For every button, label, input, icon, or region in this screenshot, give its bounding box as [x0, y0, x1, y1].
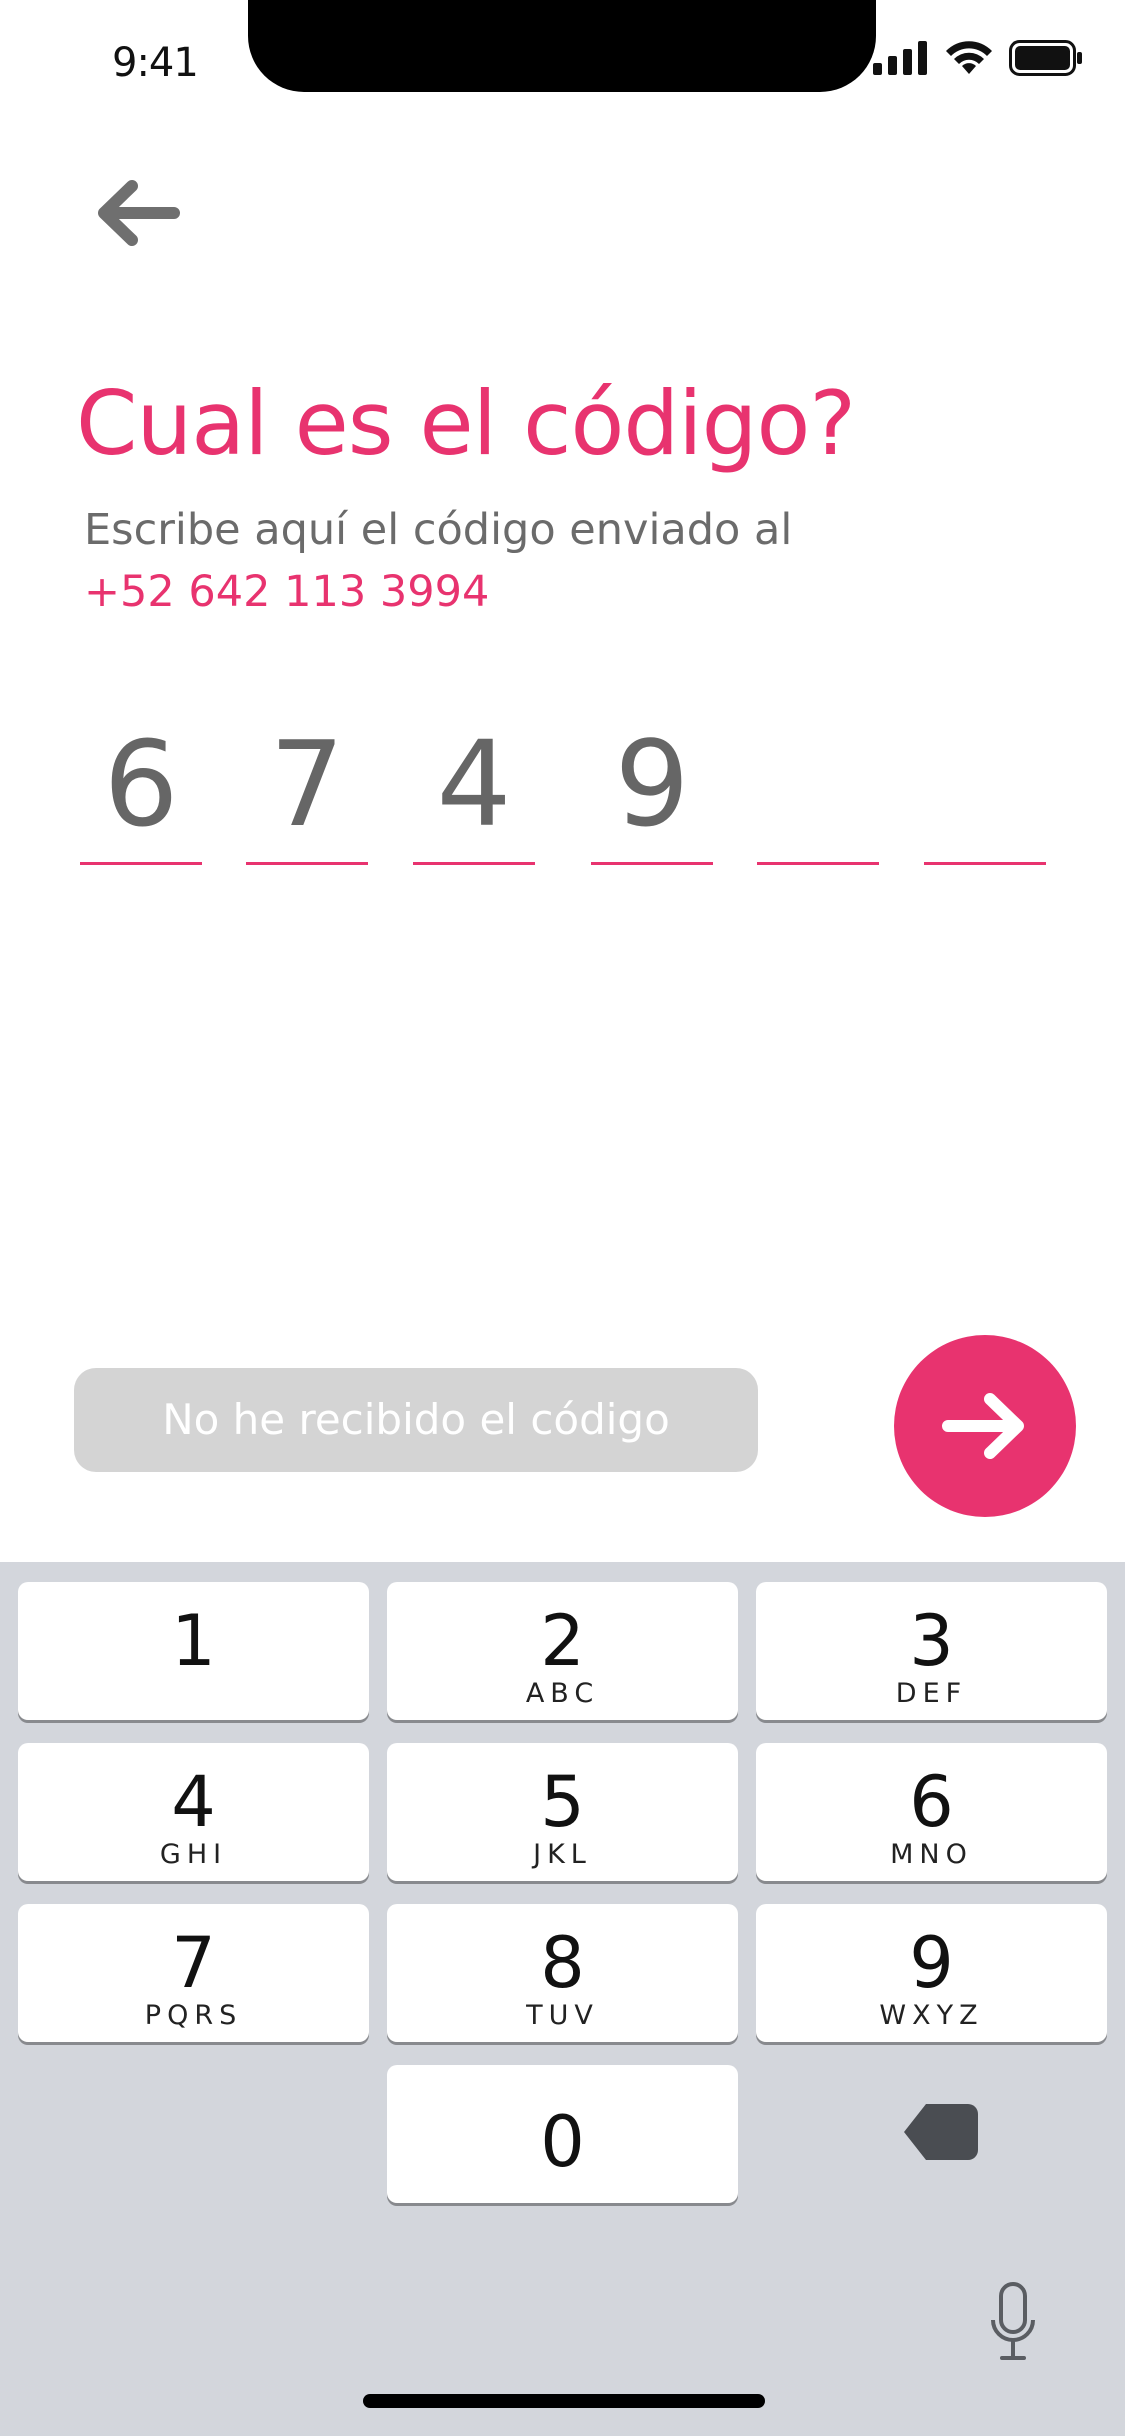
code-digit-4[interactable]: 9 [591, 715, 713, 865]
key-letters: MNO [890, 1839, 973, 1870]
key-6[interactable]: 6 MNO [756, 1743, 1107, 1881]
code-digit-2[interactable]: 7 [246, 715, 368, 865]
key-1[interactable]: 1 [18, 1582, 369, 1720]
key-0[interactable]: 0 [387, 2065, 738, 2203]
next-button[interactable] [894, 1335, 1076, 1517]
code-digit-5[interactable] [757, 715, 879, 865]
key-letters: JKL [533, 1839, 592, 1870]
delete-key[interactable] [902, 2100, 980, 2164]
key-4[interactable]: 4 GHI [18, 1743, 369, 1881]
key-5[interactable]: 5 JKL [387, 1743, 738, 1881]
signal-icon [873, 41, 927, 75]
backspace-icon [904, 2104, 978, 2160]
back-button[interactable] [92, 178, 182, 248]
key-9[interactable]: 9 WXYZ [756, 1904, 1107, 2042]
key-2[interactable]: 2 ABC [387, 1582, 738, 1720]
wifi-icon [946, 41, 992, 74]
key-digit: 2 [540, 1600, 585, 1682]
status-time: 9:41 [112, 40, 199, 86]
code-digit-1[interactable]: 6 [80, 715, 202, 865]
key-letters: ABC [525, 1678, 600, 1709]
key-digit: 4 [171, 1761, 216, 1843]
page-title: Cual es el código? [76, 372, 856, 475]
key-letters: GHI [159, 1839, 228, 1870]
key-letters: WXYZ [879, 2000, 984, 2031]
key-7[interactable]: 7 PQRS [18, 1904, 369, 2042]
device-notch [248, 0, 876, 92]
key-digit: 1 [171, 1600, 216, 1682]
key-digit: 3 [909, 1600, 954, 1682]
phone-number: +52 642 113 3994 [84, 567, 490, 617]
key-3[interactable]: 3 DEF [756, 1582, 1107, 1720]
instruction-text: Escribe aquí el código enviado al [84, 505, 793, 555]
status-icons [873, 40, 1083, 76]
arrow-left-icon [98, 180, 180, 246]
key-digit: 7 [171, 1922, 216, 2004]
key-digit: 8 [540, 1922, 585, 2004]
battery-icon [1009, 40, 1082, 76]
arrow-right-icon [942, 1393, 1024, 1459]
home-indicator [363, 2394, 765, 2408]
microphone-icon[interactable] [990, 2282, 1036, 2362]
key-digit: 0 [540, 2101, 585, 2183]
key-8[interactable]: 8 TUV [387, 1904, 738, 2042]
resend-code-button[interactable]: No he recibido el código [74, 1368, 758, 1472]
key-digit: 5 [540, 1761, 585, 1843]
key-letters: DEF [895, 1678, 968, 1709]
code-digit-6[interactable] [924, 715, 1046, 865]
otp-screen: 9:41 Cual es el código? Escribe aquí el … [0, 0, 1125, 2436]
key-letters: PQRS [144, 2000, 243, 2031]
key-digit: 6 [909, 1761, 954, 1843]
key-letters: TUV [526, 2000, 599, 2031]
code-digit-3[interactable]: 4 [413, 715, 535, 865]
key-digit: 9 [909, 1922, 954, 2004]
